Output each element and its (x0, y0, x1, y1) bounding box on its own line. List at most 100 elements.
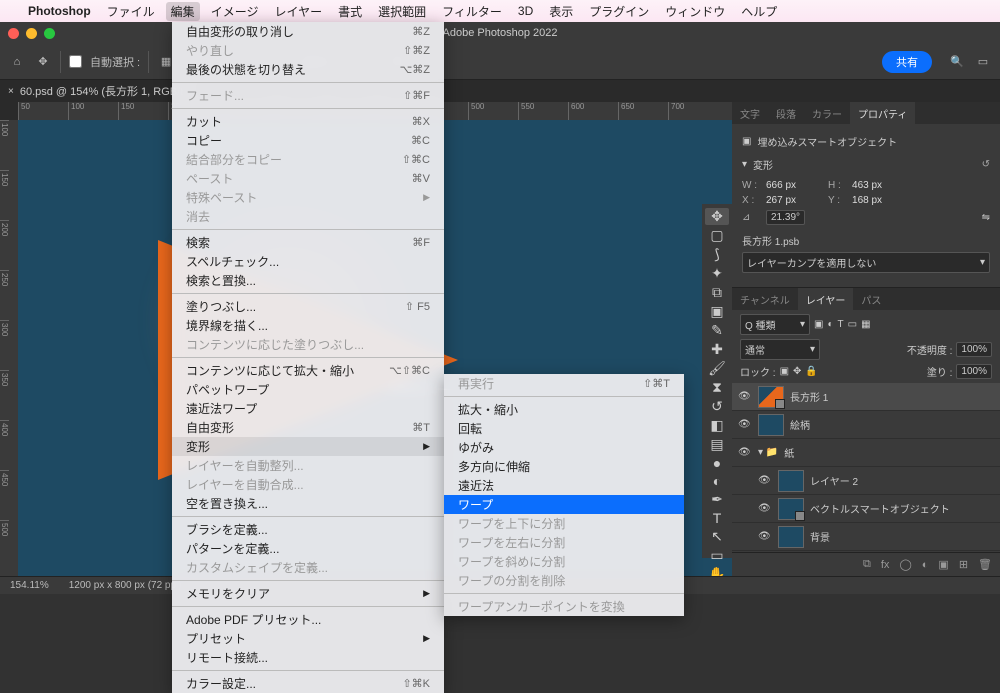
tab-channels[interactable]: チャンネル (732, 288, 798, 310)
menu-edit[interactable]: 編集 (166, 2, 200, 21)
menu-type[interactable]: 書式 (338, 3, 362, 20)
layer-thumb[interactable] (778, 526, 804, 548)
linked-file[interactable]: 長方形 1.psb (742, 233, 799, 248)
menu-item[interactable]: パペットワープ (172, 380, 444, 399)
visibility-icon[interactable]: 👁 (738, 447, 752, 458)
brush-tool[interactable]: 🖌 (705, 360, 729, 377)
menu-item[interactable]: ゆがみ (444, 438, 684, 457)
visibility-icon[interactable]: 👁 (738, 419, 752, 430)
fx-icon[interactable]: fx (881, 559, 890, 571)
layer-row[interactable]: 👁背景 (732, 523, 1000, 551)
stamp-tool[interactable]: ⧗ (705, 379, 729, 396)
menu-item[interactable]: 検索⌘F (172, 233, 444, 252)
doc-info[interactable]: 1200 px x 800 px (72 ppi) (69, 580, 182, 591)
menu-item[interactable]: 遠近法ワープ (172, 399, 444, 418)
x-value[interactable]: 267 px (766, 195, 796, 206)
new-layer-icon[interactable]: ⊞ (959, 558, 968, 571)
menu-3d[interactable]: 3D (518, 4, 533, 18)
menu-item[interactable]: ワープ (444, 495, 684, 514)
menu-select[interactable]: 選択範囲 (378, 3, 426, 20)
kind-filter[interactable]: Q 種類▾ (740, 314, 810, 335)
search-icon[interactable]: 🔍 (948, 53, 966, 71)
menu-item[interactable]: リモート接続... (172, 648, 444, 667)
layer-thumb[interactable] (758, 414, 784, 436)
menu-view[interactable]: 表示 (549, 3, 573, 20)
menu-item[interactable]: 境界線を描く... (172, 316, 444, 335)
layer-row[interactable]: 👁レイヤー 2 (732, 467, 1000, 495)
lock-all-icon[interactable]: 🔒 (805, 366, 817, 377)
menu-item[interactable]: 塗りつぶし...⇧ F5 (172, 297, 444, 316)
eraser-tool[interactable]: ◧ (705, 417, 729, 434)
gradient-tool[interactable]: ▤ (705, 436, 729, 453)
visibility-icon[interactable]: 👁 (738, 391, 752, 402)
lock-img-icon[interactable]: ▣ (780, 366, 789, 377)
menu-item[interactable]: 遠近法 (444, 476, 684, 495)
menu-item[interactable]: ブラシを定義... (172, 520, 444, 539)
menu-item[interactable]: 最後の状態を切り替え⌥⌘Z (172, 60, 444, 79)
layer-row[interactable]: 👁長方形 1 (732, 383, 1000, 411)
type-tool[interactable]: T (705, 510, 729, 526)
menu-file[interactable]: ファイル (107, 3, 155, 20)
filter-smart-icon[interactable]: ▦ (861, 319, 870, 330)
layer-thumb[interactable] (778, 498, 804, 520)
shape-tool[interactable]: ▭ (705, 547, 729, 564)
menu-item[interactable]: 回転 (444, 419, 684, 438)
trash-icon[interactable]: 🗑 (978, 558, 992, 571)
filter-img-icon[interactable]: ▣ (814, 319, 823, 330)
menu-item[interactable]: プリセット▶ (172, 629, 444, 648)
frame-tool[interactable]: ▣ (705, 303, 729, 320)
menu-help[interactable]: ヘルプ (741, 3, 777, 20)
menu-item[interactable]: スペルチェック... (172, 252, 444, 271)
share-button[interactable]: 共有 (882, 51, 932, 73)
menu-item[interactable]: 自由変形⌘T (172, 418, 444, 437)
opacity-input[interactable]: 100% (956, 342, 992, 357)
menu-plugin[interactable]: プラグイン (589, 3, 649, 20)
history-brush-tool[interactable]: ↺ (705, 398, 729, 415)
crop-tool[interactable]: ⧉ (705, 284, 729, 301)
menu-item[interactable]: 自由変形の取り消し⌘Z (172, 22, 444, 41)
zoom-level[interactable]: 154.11% (10, 580, 49, 591)
angle-value[interactable]: 21.39° (766, 210, 805, 225)
chevron-down-icon[interactable]: ▾ (742, 159, 747, 170)
close-icon[interactable]: × (8, 86, 14, 97)
layercomp-select[interactable]: レイヤーカンプを適用しない▾ (742, 252, 990, 273)
blur-tool[interactable]: ● (705, 455, 729, 471)
menu-item[interactable]: 多方向に伸縮 (444, 457, 684, 476)
tab-color[interactable]: カラー (804, 102, 850, 124)
layer-row[interactable]: 👁ベクトルスマートオブジェクト (732, 495, 1000, 523)
adj-icon[interactable]: ◐ (922, 559, 929, 571)
move-tool-icon[interactable]: ✥ (34, 53, 52, 71)
lasso-tool[interactable]: ⟆ (705, 246, 729, 263)
filter-type-icon[interactable]: T (838, 319, 844, 330)
marquee-tool[interactable]: ▢ (705, 227, 729, 244)
menu-item[interactable]: コピー⌘C (172, 131, 444, 150)
filter-shape-icon[interactable]: ▭ (848, 319, 857, 330)
menu-window[interactable]: ウィンドウ (665, 3, 725, 20)
menu-item[interactable]: パターンを定義... (172, 539, 444, 558)
menu-item[interactable]: カラー設定...⇧⌘K (172, 674, 444, 693)
dodge-tool[interactable]: ◐ (705, 473, 729, 489)
link-layers-icon[interactable]: ⧉ (863, 558, 871, 571)
height-value[interactable]: 463 px (852, 180, 882, 191)
pen-tool[interactable]: ✒ (705, 491, 729, 508)
menu-item[interactable]: 変形▶ (172, 437, 444, 456)
layer-row[interactable]: 👁▾ 📁紙 (732, 439, 1000, 467)
tab-char[interactable]: 文字 (732, 102, 768, 124)
wand-tool[interactable]: ✦ (705, 265, 729, 282)
menu-item[interactable]: コンテンツに応じて拡大・縮小⌥⇧⌘C (172, 361, 444, 380)
menu-item[interactable]: 拡大・縮小 (444, 400, 684, 419)
close-window-button[interactable] (8, 28, 19, 39)
eyedropper-tool[interactable]: ✎ (705, 322, 729, 339)
menu-item[interactable]: 空を置き換え... (172, 494, 444, 513)
layer-thumb[interactable] (778, 470, 804, 492)
heal-tool[interactable]: ✚ (705, 341, 729, 358)
reset-icon[interactable]: ↺ (982, 159, 990, 170)
auto-select-checkbox[interactable] (69, 55, 82, 68)
visibility-icon[interactable]: 👁 (758, 531, 772, 542)
lock-pos-icon[interactable]: ✥ (793, 366, 801, 377)
fill-input[interactable]: 100% (956, 364, 992, 379)
tab-paths[interactable]: パス (853, 288, 889, 310)
tab-properties[interactable]: プロパティ (850, 102, 915, 124)
app-name[interactable]: Photoshop (28, 4, 91, 18)
zoom-window-button[interactable] (44, 28, 55, 39)
